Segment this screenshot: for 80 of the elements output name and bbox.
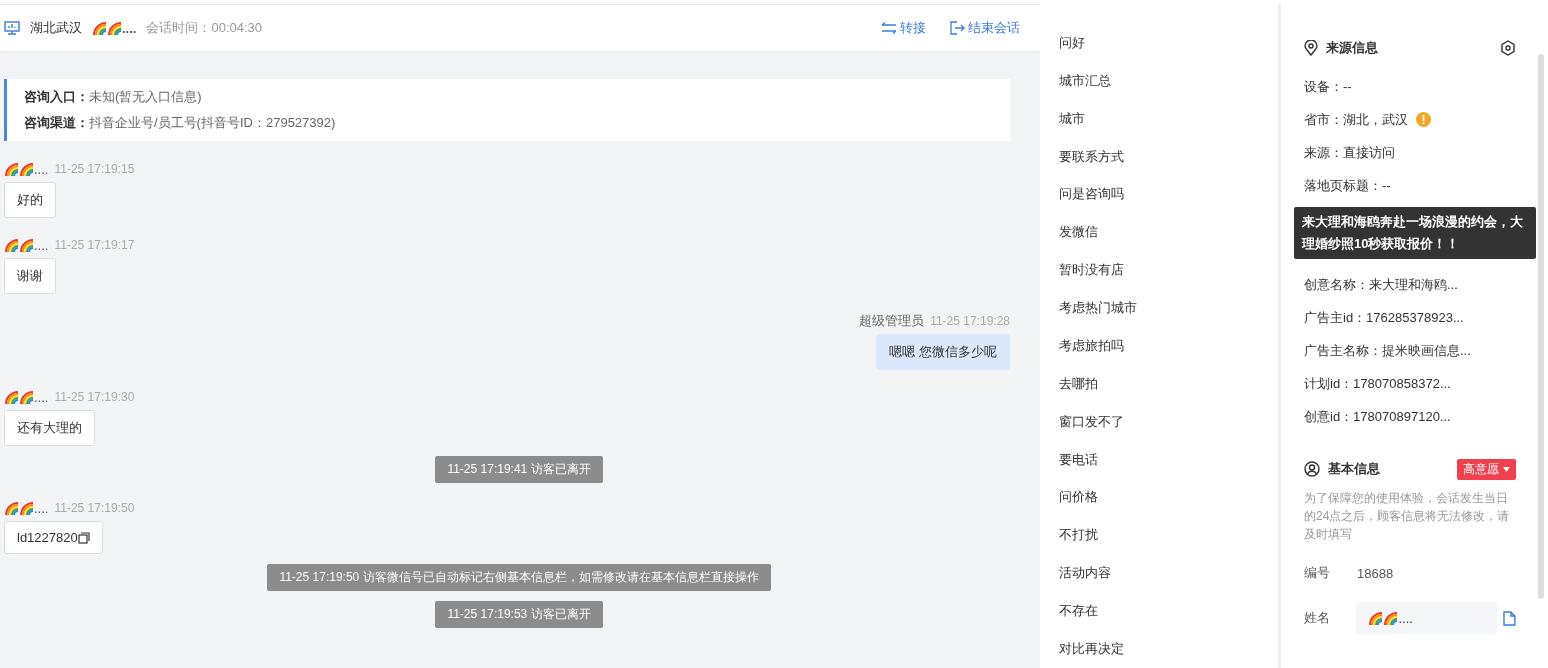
visitor-name: .... (92, 20, 137, 36)
field-label: 姓名 (1304, 609, 1331, 627)
message-time: 11-25 17:19:28 (930, 314, 1010, 328)
copy-icon[interactable] (1503, 610, 1516, 626)
source-info-row: 创意id：178070897120... (1304, 407, 1451, 426)
source-info-row: 广告主id：176285378923... (1304, 308, 1464, 327)
quick-reply-item[interactable]: 问价格 (1059, 478, 1278, 517)
section-title: 基本信息 (1328, 460, 1381, 478)
message-time: 11-25 17:19:17 (54, 238, 135, 252)
caret-icon (1503, 466, 1510, 472)
user-icon (1304, 461, 1320, 477)
rainbow-icon (19, 238, 34, 252)
rainbow-icon (1383, 611, 1399, 625)
rainbow-icon (4, 238, 19, 252)
source-info-row: 广告主名称：提米映画信息... (1304, 341, 1471, 360)
sender-name: .... (4, 500, 49, 516)
message-bubble: 还有大理的 (4, 410, 95, 446)
quick-reply-item[interactable]: 去哪拍 (1059, 364, 1278, 403)
quick-reply-item[interactable]: 问是咨询吗 (1059, 175, 1278, 214)
sender-name: .... (4, 161, 49, 177)
quick-reply-item[interactable]: 问好 (1059, 24, 1278, 62)
consult-info-line: 咨询入口：未知(暂无入口信息) (24, 88, 203, 106)
quick-reply-item[interactable]: 要联系方式 (1059, 137, 1278, 176)
rainbow-icon (19, 162, 34, 176)
system-notice: 11-25 17:19:50 访客微信号已自动标记右侧基本信息栏，如需修改请在基本信息栏直接操作 (267, 564, 771, 591)
name-input[interactable]: .... (1356, 602, 1498, 634)
field-label: 编号 (1304, 564, 1331, 582)
exit-icon (950, 21, 965, 35)
section-title: 来源信息 (1326, 39, 1379, 57)
sender-name: .... (4, 389, 49, 405)
quick-reply-item[interactable]: 窗口发不了 (1059, 402, 1278, 441)
end-session-link[interactable]: 结束会话 (950, 19, 1020, 37)
sender-name: 超级管理员 (859, 312, 925, 330)
message-time: 11-25 17:19:15 (54, 162, 135, 176)
quick-reply-item[interactable]: 暂时没有店 (1059, 251, 1278, 290)
message-bubble: 谢谢 (4, 258, 56, 294)
quick-reply-item[interactable]: 城市 (1059, 99, 1278, 138)
system-notice: 11-25 17:19:53 访客已离开 (435, 601, 603, 628)
quick-reply-item[interactable]: 不存在 (1059, 592, 1278, 630)
rainbow-icon (19, 390, 34, 404)
source-info-row: 设备：-- (1304, 77, 1352, 96)
rainbow-icon (4, 390, 19, 404)
message-time: 11-25 17:19:30 (54, 390, 135, 404)
settings-icon[interactable] (1500, 40, 1516, 56)
rainbow-icon (107, 21, 122, 35)
source-info-row: 落地页标题：-- (1304, 176, 1391, 195)
message-time: 11-25 17:19:50 (54, 501, 135, 515)
quick-reply-item[interactable]: 考虑热门城市 (1059, 289, 1278, 327)
source-info-row: 创意名称：来大理和海鸥... (1304, 275, 1458, 294)
message-bubble: ld1227820 (4, 521, 103, 554)
quick-reply-item[interactable]: 对比再决定 (1059, 630, 1278, 668)
quick-reply-item[interactable]: 要电话 (1059, 440, 1278, 479)
location-pin-icon (1304, 40, 1318, 56)
quick-reply-item[interactable]: 发微信 (1059, 213, 1278, 252)
quick-reply-item[interactable]: 考虑旅拍吗 (1059, 327, 1278, 365)
source-info-row: 省市：湖北，武汉 (1304, 110, 1408, 129)
rainbow-icon (19, 501, 34, 515)
system-notice: 11-25 17:19:41 访客已离开 (435, 456, 603, 483)
intent-tag[interactable]: 高意愿 (1457, 458, 1516, 480)
rainbow-icon (4, 501, 19, 515)
swap-arrows-icon (881, 22, 897, 34)
message-bubble: 好的 (4, 182, 56, 218)
transfer-link[interactable]: 转接 (881, 19, 926, 37)
location-text: 湖北武汉 (30, 19, 82, 37)
message-bubble: 嗯嗯 您微信多少呢 (876, 334, 1010, 370)
source-info-row: 计划id：178070858372... (1304, 374, 1451, 393)
rainbow-icon (92, 21, 107, 35)
notice-text: 为了保障您的使用体验，会话发生当日的24点之后，顾客信息将无法修改，请及时填写 (1304, 490, 1511, 543)
source-info-row: 来源：直接访问 (1304, 143, 1395, 162)
rainbow-icon (4, 162, 19, 176)
quick-reply-item[interactable]: 城市汇总 (1059, 61, 1278, 100)
monitor-icon (4, 21, 20, 35)
quick-reply-item[interactable]: 不打扰 (1059, 516, 1278, 555)
field-value: 18688 (1357, 565, 1394, 581)
consult-info-line: 咨询渠道：抖音企业号/员工号(抖音号ID：279527392) (24, 114, 337, 132)
tooltip: 来大理和海鸥奔赴一场浪漫的约会，大理婚纱照10秒获取报价！！ (1294, 207, 1536, 259)
quick-reply-item[interactable]: 活动内容 (1059, 554, 1278, 593)
session-duration: 会话时间：00:04:30 (146, 19, 263, 37)
sender-name: .... (4, 237, 49, 253)
rainbow-icon (1368, 611, 1384, 625)
